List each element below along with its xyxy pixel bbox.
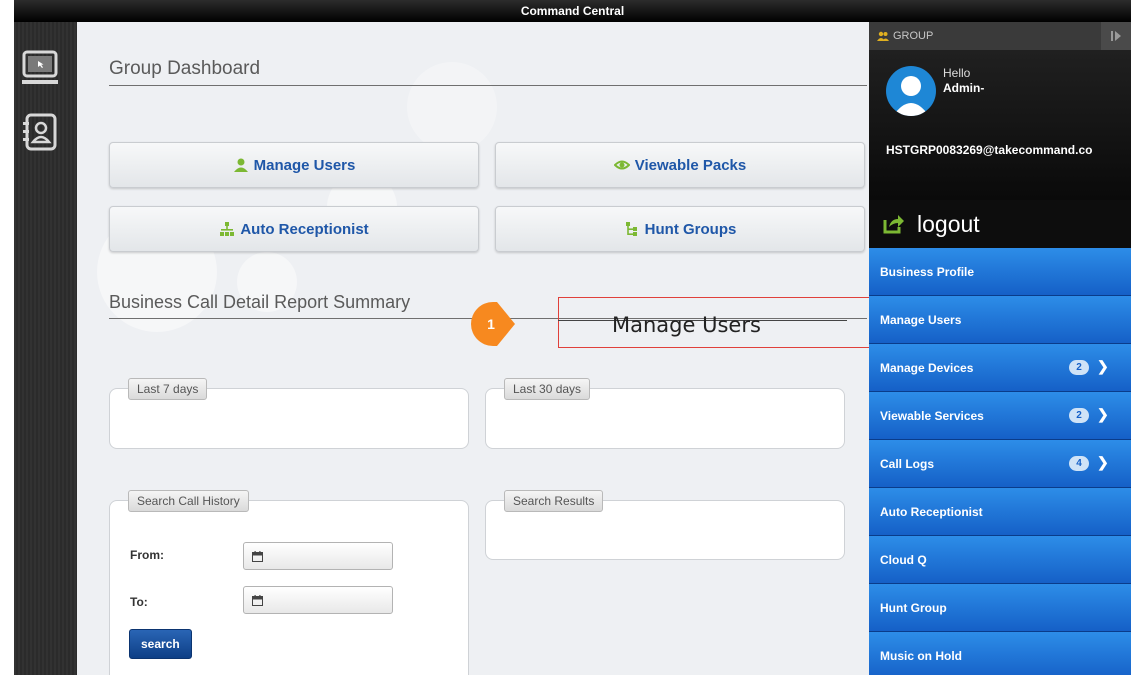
sidebar-item-cloud-q[interactable]: Cloud Q [869,536,1131,584]
callout-number: 1 [487,316,495,332]
count-badge: 2 [1069,360,1089,375]
viewable-packs-label: Viewable Packs [634,156,747,174]
last-30-days-panel: Last 30 days [485,378,845,449]
sidebar-item-business-profile[interactable]: Business Profile [869,248,1131,296]
collapse-icon[interactable] [1101,22,1131,50]
report-title: Business Call Detail Report Summary [109,292,411,312]
viewable-packs-button[interactable]: Viewable Packs [495,142,865,188]
left-rail [14,22,77,675]
user-email: HSTGRP0083269@takecommand.co [886,143,1093,157]
sidebar-item-label: Manage Devices [880,360,974,375]
chevron-right-icon[interactable]: ❯ [1097,454,1109,471]
last-7-days-tab: Last 7 days [128,378,208,400]
hierarchy-icon [625,222,637,236]
avatar [886,66,936,116]
sidebar-item-music-on-hold[interactable]: Music on Hold [869,632,1131,675]
contacts-icon[interactable] [20,112,60,152]
hunt-groups-button[interactable]: Hunt Groups [495,206,865,252]
logout-label: logout [917,210,980,237]
admin-name: Admin- [943,81,985,95]
title-divider [109,85,867,86]
sidebar-item-label: Auto Receptionist [880,504,983,519]
calendar-icon [252,594,263,606]
sidebar-menu: Business Profile Manage Users Manage Devic… [869,248,1131,675]
chevron-right-icon[interactable]: ❯ [1097,358,1109,375]
sidebar-item-label: Call Logs [880,456,935,471]
auto-receptionist-label: Auto Receptionist [240,220,369,238]
search-results-tab: Search Results [504,490,604,512]
org-chart-icon [220,222,235,236]
sidebar-item-viewable-services[interactable]: Viewable Services 2 ❯ [869,392,1131,440]
last-30-days-tab: Last 30 days [504,378,591,400]
logout-button[interactable]: logout [869,200,1131,248]
search-button[interactable]: search [129,629,192,659]
sidebar-item-label: Music on Hold [880,648,962,663]
callout-text: Manage Users [612,313,761,337]
to-date-input[interactable] [243,586,393,614]
right-sidebar: GROUP Hello Admin- HSTGRP0083269@takecom… [869,22,1131,675]
sidebar-item-auto-receptionist[interactable]: Auto Receptionist [869,488,1131,536]
hunt-groups-label: Hunt Groups [644,220,737,238]
sidebar-item-label: Viewable Services [880,408,984,423]
sidebar-header-label: GROUP [893,30,934,42]
search-call-history-tab: Search Call History [128,490,249,512]
to-label: To: [130,595,148,609]
sidebar-item-manage-users[interactable]: Manage Users [869,296,1131,344]
desktop-icon[interactable] [20,48,60,88]
user-icon [233,158,248,172]
from-date-input[interactable] [243,542,393,570]
eye-icon [613,160,630,170]
page-title: Group Dashboard [109,58,261,79]
sidebar-item-label: Business Profile [880,264,975,279]
manage-users-button[interactable]: Manage Users [109,142,479,188]
callout-badge: 1 [467,298,519,350]
profile-card: Hello Admin- HSTGRP0083269@takecommand.c… [869,50,1131,200]
calendar-icon [252,550,263,562]
sidebar-item-label: Manage Users [880,312,962,327]
sidebar-header: GROUP [869,22,1131,50]
sidebar-item-hunt-group[interactable]: Hunt Group [869,584,1131,632]
last-7-days-panel: Last 7 days [109,378,469,449]
group-icon [877,31,889,41]
sidebar-item-call-logs[interactable]: Call Logs 4 ❯ [869,440,1131,488]
count-badge: 2 [1069,408,1089,423]
app-window: Command Central Group Dashboard Manage U… [14,0,1131,675]
hello-text: Hello [943,66,971,80]
sidebar-item-label: Hunt Group [880,600,947,615]
search-results-panel: Search Results [485,490,845,560]
window-title: Command Central [14,0,1131,22]
sidebar-item-label: Cloud Q [880,552,927,567]
count-badge: 4 [1069,456,1089,471]
logout-icon [883,215,904,234]
manage-users-label: Manage Users [253,156,356,174]
sidebar-item-manage-devices[interactable]: Manage Devices 2 ❯ [869,344,1131,392]
from-label: From: [130,548,164,562]
chevron-right-icon[interactable]: ❯ [1097,406,1109,423]
auto-receptionist-button[interactable]: Auto Receptionist [109,206,479,252]
